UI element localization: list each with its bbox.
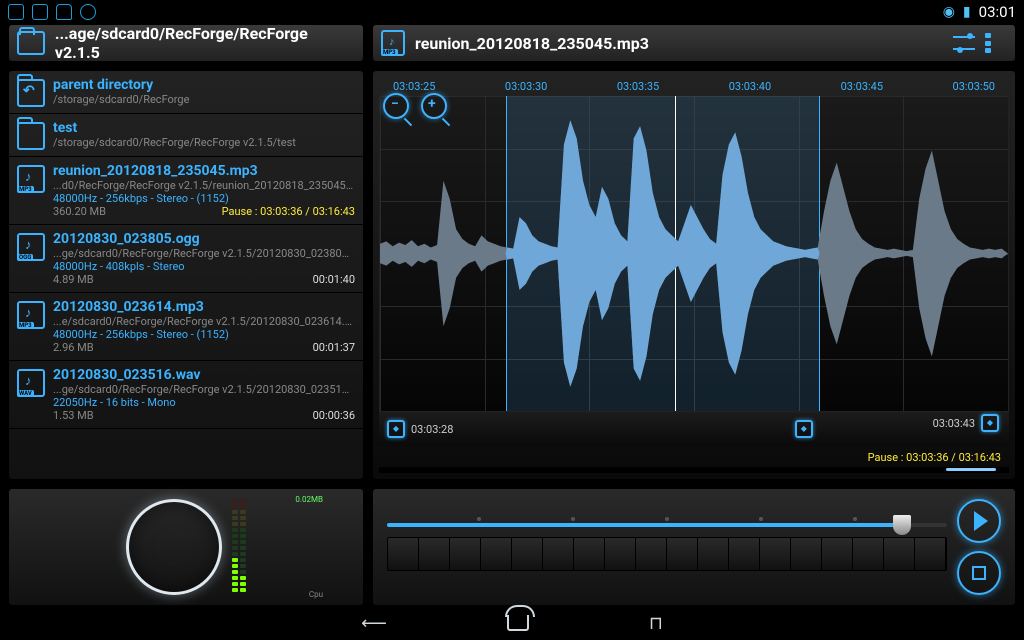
menu-button[interactable] — [985, 33, 1007, 53]
time-tick: 03:03:35 — [617, 80, 659, 93]
back-button[interactable]: ⟵ — [361, 613, 387, 634]
file-duration: 00:01:37 — [313, 341, 355, 354]
file-item[interactable]: ♪WAV 20120830_023516.wav ...ge/sdcard0/R… — [9, 361, 363, 429]
status-icons-right: ◉ ▮ 03:01 — [943, 3, 1016, 21]
time-tick: 03:03:45 — [841, 80, 883, 93]
status-app-icon — [56, 4, 72, 20]
status-icons-left — [8, 4, 96, 20]
android-nav-bar: ⟵ ⊓ — [0, 606, 1024, 640]
zoom-in-button[interactable] — [421, 93, 447, 119]
waveform-scrollbar[interactable] — [379, 467, 1009, 473]
current-file-title: reunion_20120818_235045.mp3 — [415, 34, 649, 53]
file-duration: 00:01:40 — [313, 273, 355, 286]
vu-cpu-label: Cpu — [309, 590, 323, 599]
mp3-file-icon: ♪MP3 — [17, 165, 45, 193]
file-path: ...d0/RecForge/RecForge v2.1.5/reunion_2… — [53, 179, 355, 192]
file-item[interactable]: ♪MP3 20120830_023614.mp3 ...e/sdcard0/Re… — [9, 293, 363, 361]
file-item[interactable]: ♪MP3 reunion_20120818_235045.mp3 ...d0/R… — [9, 157, 363, 225]
battery-icon: ▮ — [963, 4, 971, 20]
file-title: 20120830_023805.ogg — [53, 231, 355, 247]
seek-slider[interactable] — [387, 523, 947, 527]
current-file-header: ♪MP3 reunion_20120818_235045.mp3 — [372, 24, 1016, 62]
file-size: 2.96 MB — [53, 341, 94, 354]
status-app-icon — [8, 4, 24, 20]
file-title: reunion_20120818_235045.mp3 — [53, 163, 355, 179]
time-tick: 03:03:30 — [505, 80, 547, 93]
record-button[interactable] — [126, 499, 222, 595]
time-tick: 03:03:25 — [393, 80, 435, 93]
up-folder-icon — [17, 79, 45, 107]
file-size: 1.53 MB — [53, 409, 94, 422]
file-path: ...ge/sdcard0/RecForge/RecForge v2.1.5/2… — [53, 247, 355, 260]
home-button[interactable] — [507, 615, 529, 631]
file-path: /storage/sdcard0/RecForge/RecForge v2.1.… — [53, 136, 355, 149]
file-item-parent[interactable]: parent directory /storage/sdcard0/RecFor… — [9, 71, 363, 114]
file-list[interactable]: parent directory /storage/sdcard0/RecFor… — [8, 70, 364, 480]
stop-button[interactable] — [957, 551, 1001, 595]
file-item[interactable]: ♪OGG 20120830_023805.ogg ...ge/sdcard0/R… — [9, 225, 363, 293]
ogg-file-icon: ♪OGG — [17, 233, 45, 261]
vu-meter — [232, 502, 246, 592]
time-tick: 03:03:40 — [729, 80, 771, 93]
file-title: parent directory — [53, 77, 355, 93]
file-title: 20120830_023516.wav — [53, 367, 355, 383]
clock: 03:01 — [979, 3, 1016, 21]
folder-path: ...age/sdcard0/RecForge/RecForge v2.1.5 — [55, 24, 355, 62]
folder-icon — [17, 31, 45, 55]
time-tick: 03:03:50 — [953, 80, 995, 93]
waveform-panel: 03:03:25 03:03:30 03:03:35 03:03:40 03:0… — [372, 70, 1016, 480]
playback-panel — [372, 488, 1016, 606]
file-format: 48000Hz - 408kpls - Stereo — [53, 260, 355, 273]
marker-center-icon[interactable]: ◆ — [795, 420, 813, 438]
mp3-file-icon: ♪MP3 — [17, 301, 45, 329]
playback-pause-status: Pause : 03:03:36 / 03:16:43 — [868, 451, 1001, 464]
time-axis: 03:03:25 03:03:30 03:03:35 03:03:40 03:0… — [379, 77, 1009, 95]
marker-left-icon[interactable]: ◆ — [387, 420, 405, 438]
file-duration: 00:00:36 — [313, 409, 355, 422]
file-path: ...ge/sdcard0/RecForge/RecForge v2.1.5/2… — [53, 383, 355, 396]
wifi-icon: ◉ — [943, 4, 955, 20]
file-path: ...e/sdcard0/RecForge/RecForge v2.1.5/20… — [53, 315, 355, 328]
folder-icon — [17, 122, 45, 150]
file-path: /storage/sdcard0/RecForge — [53, 93, 355, 106]
file-format: 48000Hz - 256kbps - Stereo - (1152) — [53, 328, 355, 341]
file-format: 48000Hz - 256kbps - Stereo - (1152) — [53, 192, 355, 205]
play-button[interactable] — [957, 499, 1001, 543]
folder-path-header[interactable]: ...age/sdcard0/RecForge/RecForge v2.1.5 — [8, 24, 364, 62]
file-size: 4.89 MB — [53, 273, 94, 286]
timeline-overview[interactable] — [387, 537, 947, 571]
status-bar: ◉ ▮ 03:01 — [0, 0, 1024, 24]
file-title: test — [53, 120, 355, 136]
file-pause-status: Pause : 03:03:36 / 03:16:43 — [222, 205, 355, 218]
mp3-file-icon: ♪MP3 — [381, 30, 405, 56]
marker-left-time: 03:03:28 — [411, 423, 453, 436]
zoom-out-button[interactable] — [383, 93, 409, 119]
marker-right-time: 03:03:43 — [933, 417, 975, 430]
record-panel: 0.02MB Cpu — [8, 488, 364, 606]
file-title: 20120830_023614.mp3 — [53, 299, 355, 315]
status-app-icon — [80, 4, 96, 20]
equalizer-button[interactable] — [953, 33, 975, 53]
recent-apps-button[interactable]: ⊓ — [649, 613, 663, 634]
file-item-folder[interactable]: test /storage/sdcard0/RecForge/RecForge … — [9, 114, 363, 157]
file-size: 360.20 MB — [53, 205, 106, 218]
marker-row: ◆ 03:03:28 ◆ 03:03:43 ◆ — [379, 412, 1009, 446]
file-format: 22050Hz - 16 bits - Mono — [53, 396, 355, 409]
vu-size-label: 0.02MB — [295, 495, 323, 504]
wav-file-icon: ♪WAV — [17, 369, 45, 397]
waveform-area[interactable] — [379, 95, 1009, 412]
marker-right-icon[interactable]: ◆ — [981, 414, 999, 432]
status-app-icon — [32, 4, 48, 20]
seek-thumb[interactable] — [893, 515, 911, 535]
